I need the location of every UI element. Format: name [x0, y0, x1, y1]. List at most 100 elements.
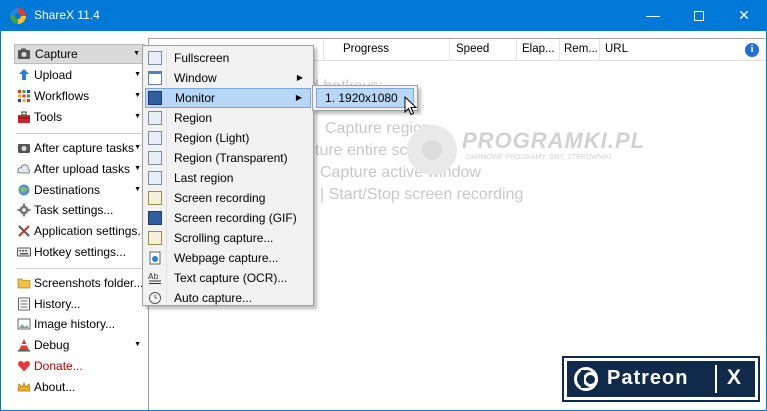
sidebar-item-label: Debug [34, 338, 70, 352]
menu-item-label: Monitor [175, 91, 216, 105]
menu-item-scrolling-capture[interactable]: Scrolling capture... [145, 228, 311, 248]
chevron-down-icon: ▼ [134, 113, 141, 120]
sidebar-item-workflows[interactable]: Workflows ▼ [14, 86, 145, 106]
menu-item-webpage-capture[interactable]: Webpage capture... [145, 248, 311, 268]
chevron-down-icon: ▼ [134, 71, 141, 78]
upload-arrow-icon [17, 68, 31, 82]
sidebar-item-label: Workflows [34, 89, 90, 103]
column-header-progress[interactable]: Progress [343, 43, 389, 55]
menu-item-region-light[interactable]: Region (Light) [145, 128, 311, 148]
sidebar-item-history[interactable]: History... [14, 294, 145, 314]
sidebar-item-task-settings[interactable]: Task settings... [14, 200, 145, 220]
sidebar-item-capture[interactable]: Capture ▼ [14, 44, 145, 64]
sidebar-item-about[interactable]: About... [14, 377, 145, 397]
patreon-label: Patreon [607, 367, 689, 389]
patreon-badge[interactable]: Patreon X [562, 356, 760, 402]
chevron-down-icon: ▼ [133, 50, 140, 57]
sidebar-item-label: About... [34, 380, 76, 394]
menu-item-window[interactable]: Window ▶ [145, 68, 311, 88]
window-title: ShareX 11.4 [34, 8, 100, 22]
sidebar-item-upload[interactable]: Upload ▼ [14, 65, 145, 85]
menu-item-label: Last region [174, 171, 234, 185]
menu-item-label: Screen recording (GIF) [174, 211, 297, 225]
svg-text:Ab: Ab [148, 272, 159, 281]
monitor-submenu: 1. 1920x1080 [312, 85, 418, 111]
chevron-down-icon: ▼ [134, 186, 141, 193]
column-header-speed[interactable]: Speed [456, 43, 489, 55]
menu-item-label: Window [174, 71, 217, 85]
wrench-screwdriver-icon [17, 224, 31, 238]
webpage-capture-icon [148, 251, 162, 265]
sidebar-item-hotkey-settings[interactable]: Hotkey settings... [14, 242, 145, 262]
menu-item-screen-recording-gif[interactable]: Screen recording (GIF) [145, 208, 311, 228]
last-region-icon [148, 171, 162, 185]
sidebar-item-label: Screenshots folder... [34, 276, 144, 290]
sidebar-item-donate[interactable]: Donate... [14, 356, 145, 376]
sidebar-item-screenshots-folder[interactable]: Screenshots folder... [14, 273, 145, 293]
menu-item-region-transparent[interactable]: Region (Transparent) [145, 148, 311, 168]
menu-item-auto-capture[interactable]: Auto capture... [145, 288, 311, 308]
sharex-logo-icon [10, 8, 26, 24]
menu-item-screen-recording[interactable]: Screen recording [145, 188, 311, 208]
sidebar-item-destinations[interactable]: Destinations ▼ [14, 180, 145, 200]
screen-recording-icon [148, 191, 162, 205]
patreon-badge-inner: Patreon X [567, 361, 755, 397]
menu-item-fullscreen[interactable]: Fullscreen [145, 48, 311, 68]
chevron-right-icon: ▶ [295, 93, 302, 102]
history-list-icon [17, 297, 31, 311]
menu-item-monitor[interactable]: Monitor ▶ [145, 88, 311, 108]
sidebar-item-application-settings[interactable]: Application settings... [14, 221, 148, 241]
sidebar-menu: Capture ▼ Upload ▼ Workflows ▼ Tools ▼ A… [14, 42, 147, 397]
sidebar-item-label: After capture tasks [34, 141, 135, 155]
column-header-remaining[interactable]: Rem... [564, 43, 598, 55]
sidebar-item-after-capture-tasks[interactable]: After capture tasks ▼ [14, 138, 145, 158]
chevron-down-icon: ▼ [134, 92, 141, 99]
mouse-cursor-icon [404, 96, 418, 116]
menu-item-label: Screen recording [174, 191, 266, 205]
minimize-button[interactable]: — [630, 0, 676, 31]
window-icon [148, 71, 162, 85]
column-header-url[interactable]: URL [605, 43, 628, 55]
menu-item-label: Region [174, 111, 213, 125]
about-crown-icon [17, 380, 31, 394]
menu-item-text-capture-ocr[interactable]: Ab Text capture (OCR)... [145, 268, 311, 288]
folder-icon [17, 276, 31, 290]
submenu-item-monitor-1[interactable]: 1. 1920x1080 [316, 88, 414, 108]
region-transparent-icon [148, 151, 162, 165]
clock-icon [148, 291, 162, 305]
watermark-title: PROGRAMKI.PL [462, 128, 646, 153]
gif-recording-icon [148, 211, 162, 225]
menu-item-label: Fullscreen [174, 51, 230, 65]
chevron-down-icon: ▼ [134, 165, 141, 172]
menu-item-region[interactable]: Region [145, 108, 311, 128]
info-icon[interactable]: i [745, 43, 759, 57]
sidebar-item-tools[interactable]: Tools ▼ [14, 107, 145, 127]
sidebar-item-label: After upload tasks [34, 162, 131, 176]
patreon-x-label: X [727, 366, 742, 389]
sidebar-item-label: History... [34, 297, 81, 311]
sidebar-item-label: Tools [34, 110, 63, 124]
sidebar-item-image-history[interactable]: Image history... [14, 314, 145, 334]
sidebar-item-debug[interactable]: Debug ▼ [14, 335, 145, 355]
sidebar-item-label: Image history... [34, 317, 116, 331]
column-header-elapsed[interactable]: Elap... [522, 43, 555, 55]
maximize-button[interactable] [676, 0, 722, 31]
cloud-icon [17, 162, 31, 176]
gear-icon [17, 203, 31, 217]
column-divider [323, 39, 324, 61]
sidebar-item-label: Donate... [34, 359, 83, 373]
chevron-right-icon: ▶ [296, 73, 303, 82]
sidebar-item-label: Application settings... [34, 224, 148, 238]
sidebar-separator [16, 133, 145, 134]
hotkey-hint-capture-window: Capture active window [320, 164, 481, 181]
title-bar[interactable]: ShareX 11.4 — ✕ [0, 0, 767, 31]
region-light-icon [148, 131, 162, 145]
debug-cone-icon [17, 338, 31, 352]
close-button[interactable]: ✕ [721, 0, 767, 31]
menu-item-last-region[interactable]: Last region [145, 168, 311, 188]
after-capture-icon [17, 141, 31, 155]
sidebar-item-after-upload-tasks[interactable]: After upload tasks ▼ [14, 159, 145, 179]
hotkey-hint-screen-recording: | Start/Stop screen recording [320, 186, 524, 203]
patreon-divider [715, 365, 717, 393]
menu-item-label: Region (Light) [174, 131, 250, 145]
